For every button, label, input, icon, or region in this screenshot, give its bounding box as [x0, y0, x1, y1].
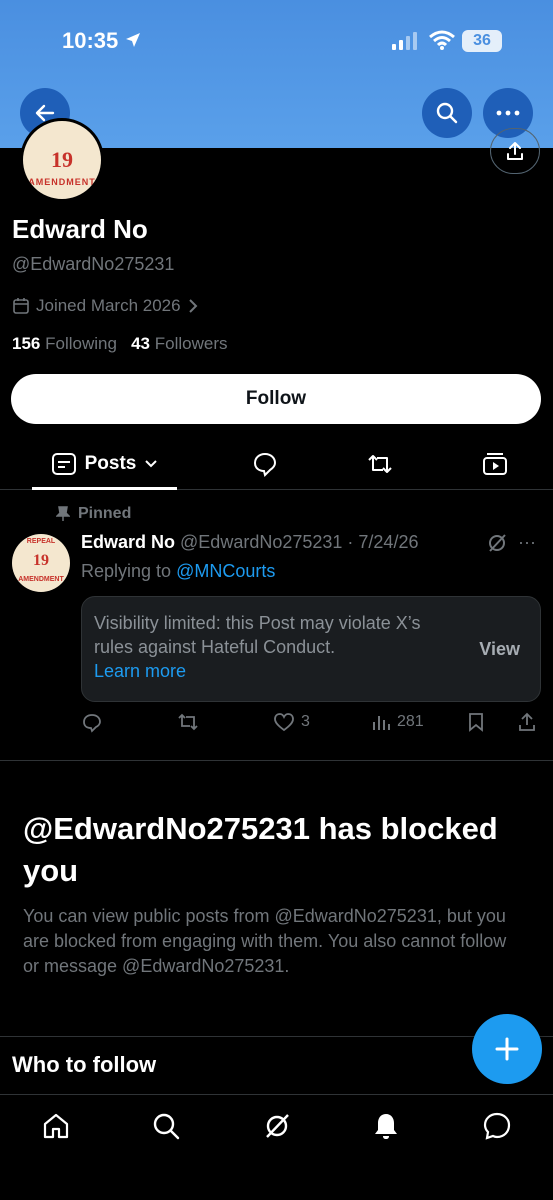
repost-small-icon — [178, 713, 198, 731]
divider — [0, 760, 553, 761]
home-icon[interactable] — [41, 1111, 71, 1141]
cellular-signal-icon — [392, 32, 417, 50]
battery-indicator: 36 — [462, 30, 502, 52]
chevron-right-icon — [188, 299, 198, 313]
notifications-bell-icon[interactable] — [371, 1111, 401, 1141]
tab-reposts[interactable] — [355, 440, 405, 488]
share-action[interactable] — [517, 712, 537, 732]
plus-icon — [495, 1037, 519, 1061]
pinned-label: Pinned — [78, 505, 132, 522]
views-action[interactable]: 281 — [371, 712, 424, 732]
blocked-text: You can view public posts from @EdwardNo… — [23, 906, 507, 976]
search-icon — [436, 102, 458, 124]
grok-icon[interactable] — [486, 532, 508, 554]
more-dots-icon — [496, 110, 520, 116]
tab-media[interactable] — [470, 440, 520, 488]
avatar-top-text: REPEAL — [26, 538, 56, 545]
tab-posts[interactable]: Posts — [32, 440, 177, 490]
wifi-icon — [429, 30, 455, 50]
like-count: 3 — [301, 713, 310, 730]
follow-button[interactable]: Follow — [11, 374, 541, 424]
share-profile-button[interactable] — [490, 128, 540, 174]
post-actions: 3 281 — [81, 712, 541, 738]
who-to-follow-heading: Who to follow — [12, 1052, 157, 1077]
reply-icon — [83, 714, 101, 733]
visibility-limited-notice: Visibility limited: this Post may violat… — [81, 596, 541, 702]
grok-nav-icon[interactable] — [262, 1111, 292, 1141]
repost-action[interactable] — [177, 712, 199, 732]
calendar-icon — [13, 298, 29, 314]
divider — [0, 1036, 553, 1037]
joined-date[interactable]: Joined March 2026 — [12, 296, 199, 316]
post-author-avatar[interactable]: REPEAL 19 AMENDMENT — [12, 534, 70, 592]
media-icon — [483, 453, 507, 475]
joined-label: Joined March 2026 — [36, 296, 181, 315]
views-count: 281 — [397, 713, 424, 730]
profile-tabs: Posts — [0, 440, 553, 490]
reply-action[interactable] — [81, 712, 103, 734]
post-author-meta: @EdwardNo275231 · 7/24/26 — [180, 532, 419, 552]
share-small-icon — [519, 712, 535, 731]
repost-icon — [368, 455, 392, 473]
following-link[interactable]: 156 Following — [12, 334, 117, 353]
replying-to: Replying to @MNCourts — [81, 561, 275, 582]
tab-replies[interactable] — [240, 440, 290, 488]
followers-link[interactable]: 43 Followers — [131, 334, 227, 353]
compose-post-button[interactable] — [472, 1014, 542, 1084]
search-button[interactable] — [422, 88, 472, 138]
share-icon — [507, 142, 523, 160]
followers-count: 43 — [131, 334, 151, 353]
replying-to-link[interactable]: @MNCourts — [176, 561, 275, 581]
reply-bubble-icon — [253, 452, 277, 477]
views-chart-icon — [373, 716, 390, 730]
chevron-down-icon — [145, 460, 158, 468]
avatar-ring-text: AMENDMENT — [28, 177, 96, 187]
notice-text: Visibility limited: this Post may violat… — [94, 613, 421, 657]
profile-handle: @EdwardNo275231 — [12, 254, 175, 274]
follow-counts: 156 Following 43 Followers — [12, 334, 228, 354]
post-header: Edward No @EdwardNo275231 · 7/24/26 — [81, 532, 418, 553]
messages-icon[interactable] — [482, 1111, 512, 1141]
post-more-icon[interactable]: ··· — [518, 532, 536, 553]
pin-icon — [56, 506, 70, 521]
pinned-indicator: Pinned — [56, 505, 131, 523]
replying-prefix: Replying to — [81, 561, 177, 581]
bookmark-icon — [469, 713, 483, 732]
bottom-nav — [0, 1094, 553, 1200]
view-button[interactable]: View — [479, 637, 520, 661]
avatar-number-small: 19 — [33, 552, 49, 569]
profile-avatar[interactable]: 19 AMENDMENT — [20, 118, 104, 202]
heart-icon — [274, 713, 294, 732]
status-time: 10:35 — [62, 28, 119, 53]
blocked-title: @EdwardNo275231 has blocked you — [23, 811, 498, 888]
search-nav-icon[interactable] — [151, 1111, 181, 1141]
location-arrow-icon — [126, 33, 140, 47]
avatar-number: 19 — [51, 147, 73, 172]
learn-more-link[interactable]: Learn more — [94, 659, 528, 683]
posts-icon — [51, 453, 76, 475]
following-label: Following — [45, 334, 117, 353]
status-bar: 10:35 36 — [0, 22, 553, 62]
tab-posts-label: Posts — [84, 453, 137, 474]
avatar-ring-text-small: AMENDMENT — [18, 576, 64, 583]
post-author-name[interactable]: Edward No — [81, 532, 175, 552]
followers-label: Followers — [154, 334, 228, 353]
following-count: 156 — [12, 334, 41, 353]
like-action[interactable]: 3 — [273, 712, 310, 732]
profile-name: Edward No — [12, 214, 148, 244]
bookmark-action[interactable] — [467, 712, 485, 732]
